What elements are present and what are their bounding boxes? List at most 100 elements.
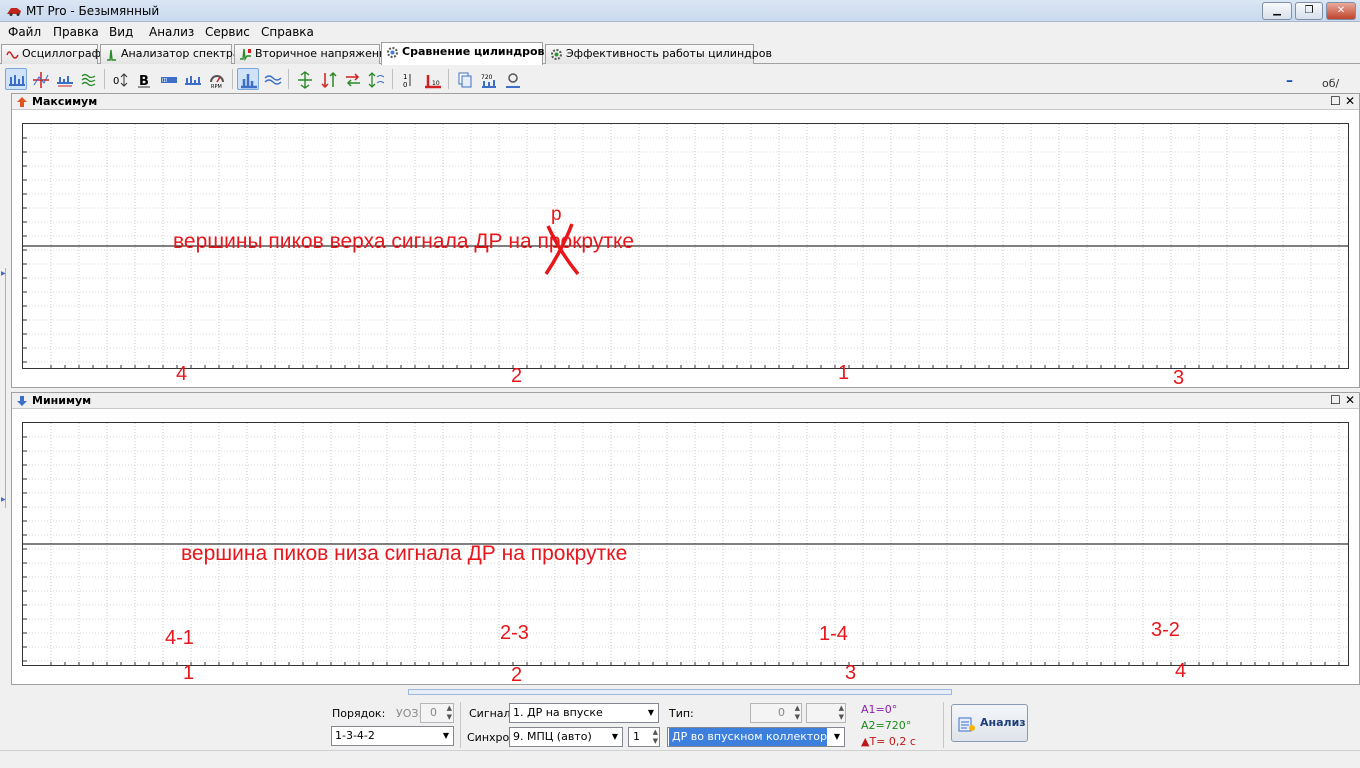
menu-view[interactable]: Вид	[109, 25, 133, 39]
numbers-icon: 10	[403, 73, 411, 89]
zero-button[interactable]: 0	[109, 68, 131, 90]
spin-arrows-icon: ▲ ▼	[794, 704, 800, 721]
close-panel-button[interactable]: ✕	[1345, 94, 1355, 109]
copy-icon	[458, 72, 472, 88]
close-icon: ✕	[1336, 5, 1346, 16]
toolbar-separator	[232, 69, 233, 89]
signal-select[interactable]: 1. ДР на впуске ▼	[509, 703, 659, 723]
max-cylinder-label: 3	[1173, 367, 1185, 389]
numbers-button[interactable]: 10	[397, 68, 419, 90]
analyze-button[interactable]: Анализ	[951, 704, 1028, 742]
type-spinner-2[interactable]: ▲ ▼	[806, 703, 846, 723]
delta-t-readout: ▲T= 0,2 с	[861, 735, 916, 748]
maximize-button[interactable]: ❐	[1295, 2, 1323, 20]
zero-offset-icon: 0	[113, 73, 128, 87]
markers-button[interactable]	[181, 68, 203, 90]
type-spinner[interactable]: 0 ▲ ▼	[750, 703, 802, 723]
bar-labels-icon: 10	[425, 75, 441, 89]
restore-icon: ❐	[1304, 5, 1314, 16]
sync-select[interactable]: 9. МПЦ (авто) ▼	[509, 727, 623, 747]
swap-button[interactable]	[341, 68, 363, 90]
minimize-button[interactable]: ▁	[1262, 2, 1292, 20]
annotation-cross-mark	[544, 223, 580, 276]
copy-button[interactable]	[453, 68, 475, 90]
minimize-icon: ▁	[1273, 5, 1281, 16]
menu-analysis[interactable]: Анализ	[149, 25, 194, 39]
type-select-value: ДР во впускном коллекторе	[669, 728, 827, 746]
spin-arrows-icon: ▲ ▼	[446, 704, 452, 721]
svg-text:720: 720	[481, 74, 493, 81]
markers-icon	[185, 76, 201, 85]
legend-icon: ID	[161, 77, 177, 84]
cursor-button[interactable]	[29, 68, 51, 90]
legend-button[interactable]: ID	[157, 68, 179, 90]
max-panel-header: Максимум ☐ ✕	[12, 94, 1359, 110]
menu-file[interactable]: Файл	[8, 25, 41, 39]
min-cylinder-label: 1	[183, 662, 195, 684]
toolbar: 0 B ID RPM 10 10 720	[0, 65, 1360, 92]
cylinder-graph-button[interactable]	[5, 68, 27, 90]
waves-button[interactable]	[77, 68, 99, 90]
tab-cylinder-compare[interactable]: Сравнение цилиндров	[381, 42, 545, 65]
order-select[interactable]: 1-3-4-2 ▼	[331, 726, 454, 746]
analyze-icon	[958, 717, 975, 732]
spectrum-icon	[107, 49, 116, 61]
tab-bar: Осциллограф Анализатор спектра Вторичное…	[0, 42, 1360, 65]
app-logo-icon	[7, 8, 21, 16]
range-button[interactable]	[365, 68, 387, 90]
tab-spectrum[interactable]: Анализатор спектра	[100, 44, 240, 64]
settings-button[interactable]	[501, 68, 523, 90]
a1-readout: A1=0°	[861, 703, 898, 716]
toolbar-separator	[448, 69, 449, 89]
toolbar-separator	[104, 69, 105, 89]
rpm-value: –	[1286, 73, 1293, 89]
close-button[interactable]: ✕	[1326, 2, 1356, 20]
tab-oscilloscope[interactable]: Осциллограф	[1, 44, 101, 64]
scale-vertical-icon	[298, 71, 312, 89]
min-annotation-text: вершина пиков низа сигнала ДР на прокрут…	[181, 542, 628, 565]
max-cylinder-label: 1	[838, 362, 850, 384]
bar-labels-button[interactable]: 10	[421, 68, 443, 90]
tab-secondary-voltage[interactable]: Вторичное напряжение	[234, 44, 393, 64]
menu-help[interactable]: Справка	[261, 25, 314, 39]
type-select[interactable]: ДР во впускном коллекторе ▼	[667, 727, 845, 747]
min-pair-label: 1-4	[819, 623, 848, 645]
bottom-splitter[interactable]	[408, 689, 952, 695]
oscilloscope-icon	[6, 51, 19, 59]
uoz-spinner[interactable]: 0 ▲ ▼	[420, 703, 454, 723]
maximize-panel-button[interactable]: ☐	[1330, 94, 1341, 109]
window-title: MT Pro - Безымянный	[26, 4, 160, 18]
channels-icon	[57, 76, 73, 87]
arrow-up-icon	[17, 97, 27, 107]
close-panel-button[interactable]: ✕	[1345, 393, 1355, 408]
order-label: Порядок:	[332, 707, 386, 720]
min-pair-label: 4-1	[165, 627, 194, 649]
settings-icon	[506, 73, 520, 88]
signal-label: Сигнал:	[469, 707, 515, 720]
rpm-button[interactable]: RPM	[205, 68, 227, 90]
cylinder-graph-icon	[9, 75, 25, 86]
maximize-panel-button[interactable]: ☐	[1330, 393, 1341, 408]
time-button[interactable]: 720	[477, 68, 499, 90]
sort-button[interactable]	[317, 68, 339, 90]
cursor-icon	[33, 72, 49, 88]
scale-v-button[interactable]	[293, 68, 315, 90]
channels-button[interactable]	[53, 68, 75, 90]
title-bar: MT Pro - Безымянный ▁ ❐ ✕	[0, 0, 1360, 22]
menu-edit[interactable]: Правка	[53, 25, 99, 39]
min-cylinder-label: 2	[511, 664, 523, 686]
divider	[460, 702, 461, 748]
chevron-down-icon: ▼	[647, 708, 654, 717]
toolbar-separator	[288, 69, 289, 89]
bar-chart-button[interactable]	[237, 68, 259, 90]
overlay-button[interactable]	[261, 68, 283, 90]
waves-icon	[81, 73, 96, 87]
range-icon	[368, 72, 385, 88]
sync-channel-spinner[interactable]: 1 ▲ ▼	[628, 727, 660, 747]
tab-cylinder-efficiency[interactable]: Эффективность работы цилиндров	[545, 44, 772, 64]
arrow-down-icon	[17, 396, 27, 406]
menu-service[interactable]: Сервис	[205, 25, 250, 39]
svg-text:0: 0	[113, 76, 119, 87]
side-splitter[interactable]: ▶ ▶	[0, 268, 6, 508]
bold-button[interactable]: B	[133, 68, 155, 90]
